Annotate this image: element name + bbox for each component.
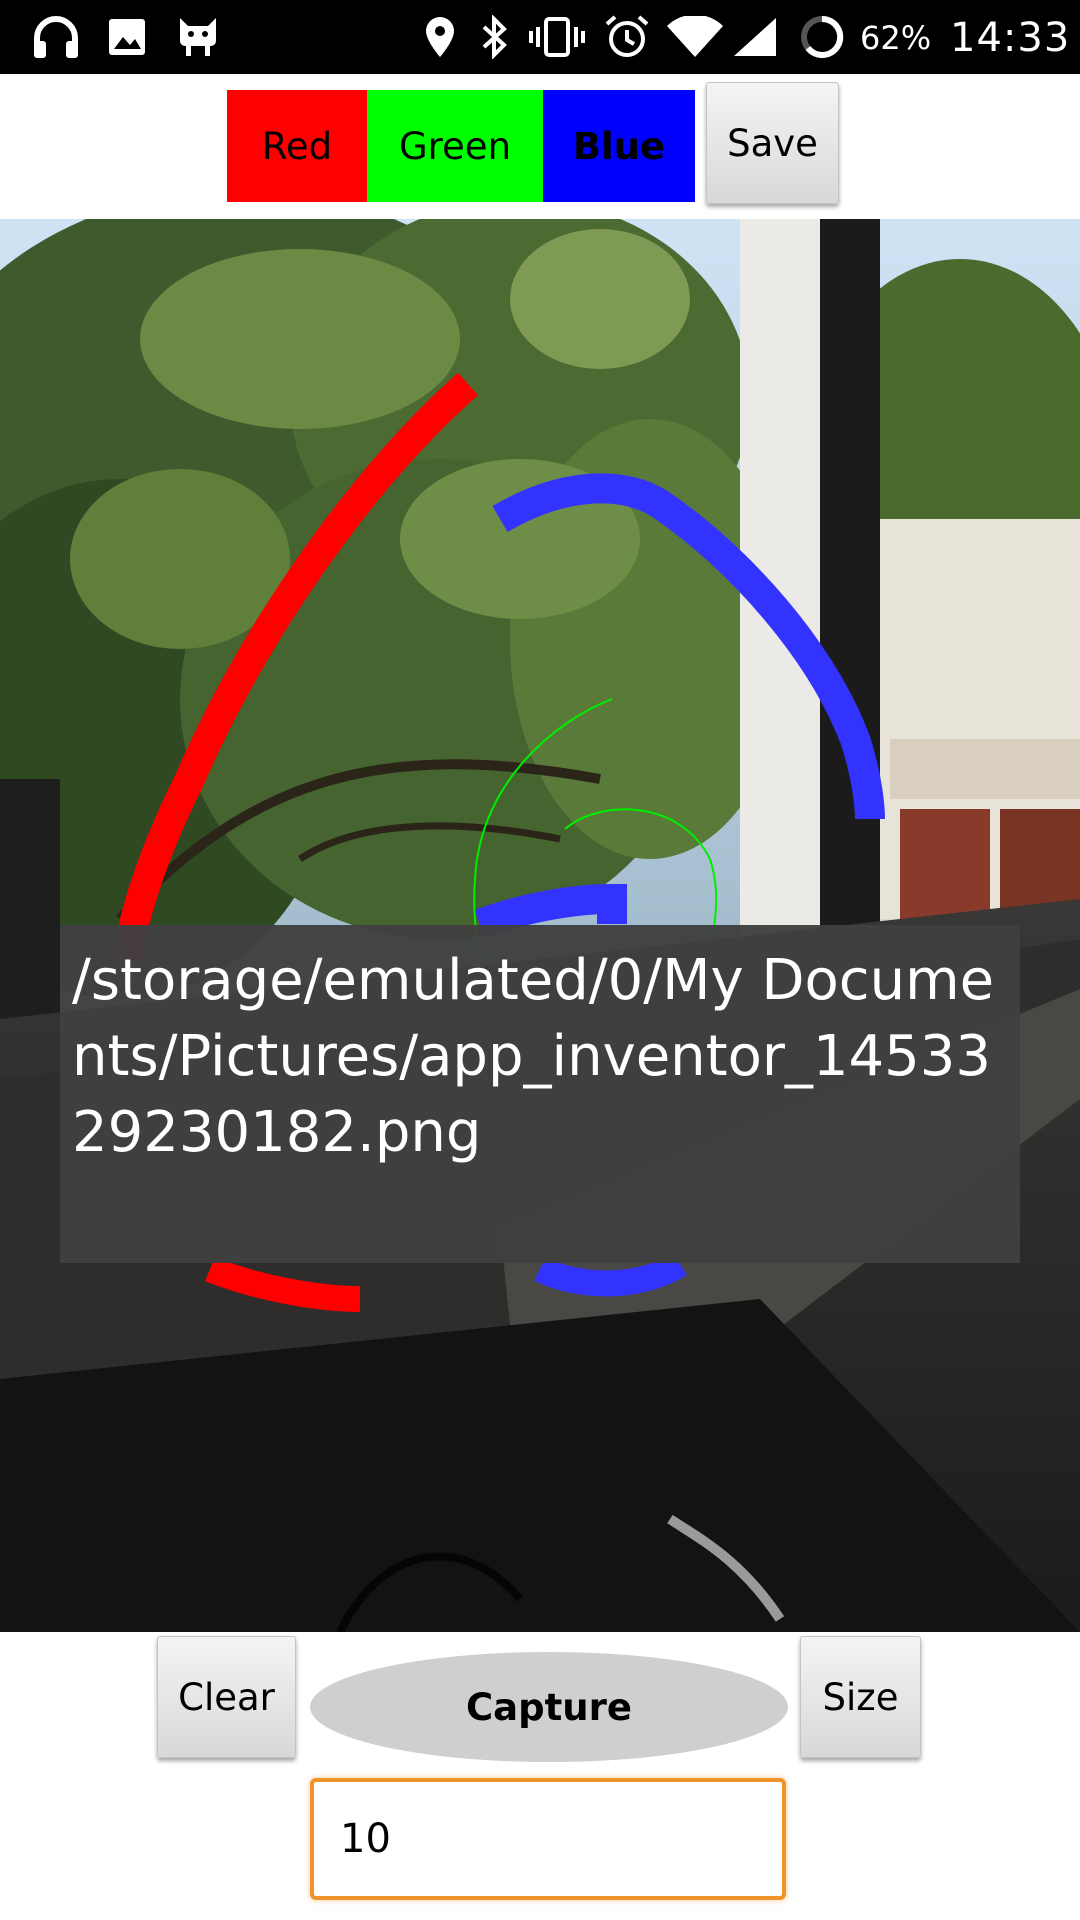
size-button[interactable]: Size: [800, 1636, 921, 1758]
green-button[interactable]: Green: [367, 90, 543, 202]
location-icon: [420, 0, 460, 74]
alarm-icon: [602, 0, 652, 74]
clear-button[interactable]: Clear: [157, 1636, 296, 1758]
status-bar: 62% 14:33: [0, 0, 1080, 74]
battery-percent: 62%: [860, 19, 932, 57]
bluetooth-icon: [476, 0, 512, 74]
signal-icon: [730, 0, 780, 74]
capture-button[interactable]: Capture: [310, 1652, 788, 1762]
color-toolbar: Red Green Blue Save: [0, 74, 1080, 219]
toast-message: /storage/emulated/0/My Documents/Picture…: [60, 925, 1020, 1263]
clock-time: 14:33: [950, 15, 1071, 61]
vibrate-icon: [528, 0, 586, 74]
blue-button[interactable]: Blue: [543, 90, 695, 202]
android-icon: [174, 0, 222, 74]
bottom-controls: Clear Capture Size: [0, 1632, 1080, 1920]
size-input[interactable]: [310, 1778, 786, 1900]
save-button[interactable]: Save: [706, 82, 839, 204]
red-button[interactable]: Red: [227, 90, 367, 202]
wifi-icon: [664, 0, 726, 74]
image-icon: [104, 0, 150, 74]
headphones-icon: [28, 0, 84, 74]
battery-ring-icon: [796, 0, 848, 74]
